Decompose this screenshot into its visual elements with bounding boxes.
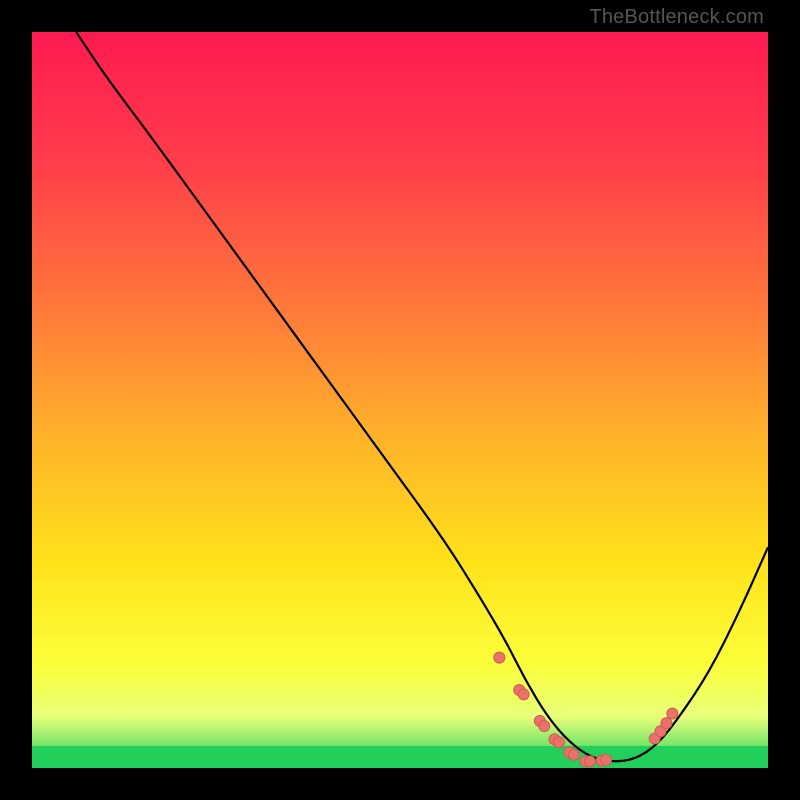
chart-svg [32,32,768,768]
data-dot [553,737,564,748]
data-dot [539,721,550,732]
data-dot [601,754,612,765]
optimal-band [32,746,768,768]
data-dot [584,756,595,767]
data-dot [667,708,678,719]
data-dot [518,689,529,700]
chart-frame: TheBottleneck.com [0,0,800,800]
gradient-background [32,32,768,768]
data-dot [494,652,505,663]
watermark-text: TheBottleneck.com [589,6,764,29]
data-dot [661,718,672,729]
plot-area [32,32,768,768]
data-dot [568,749,579,760]
